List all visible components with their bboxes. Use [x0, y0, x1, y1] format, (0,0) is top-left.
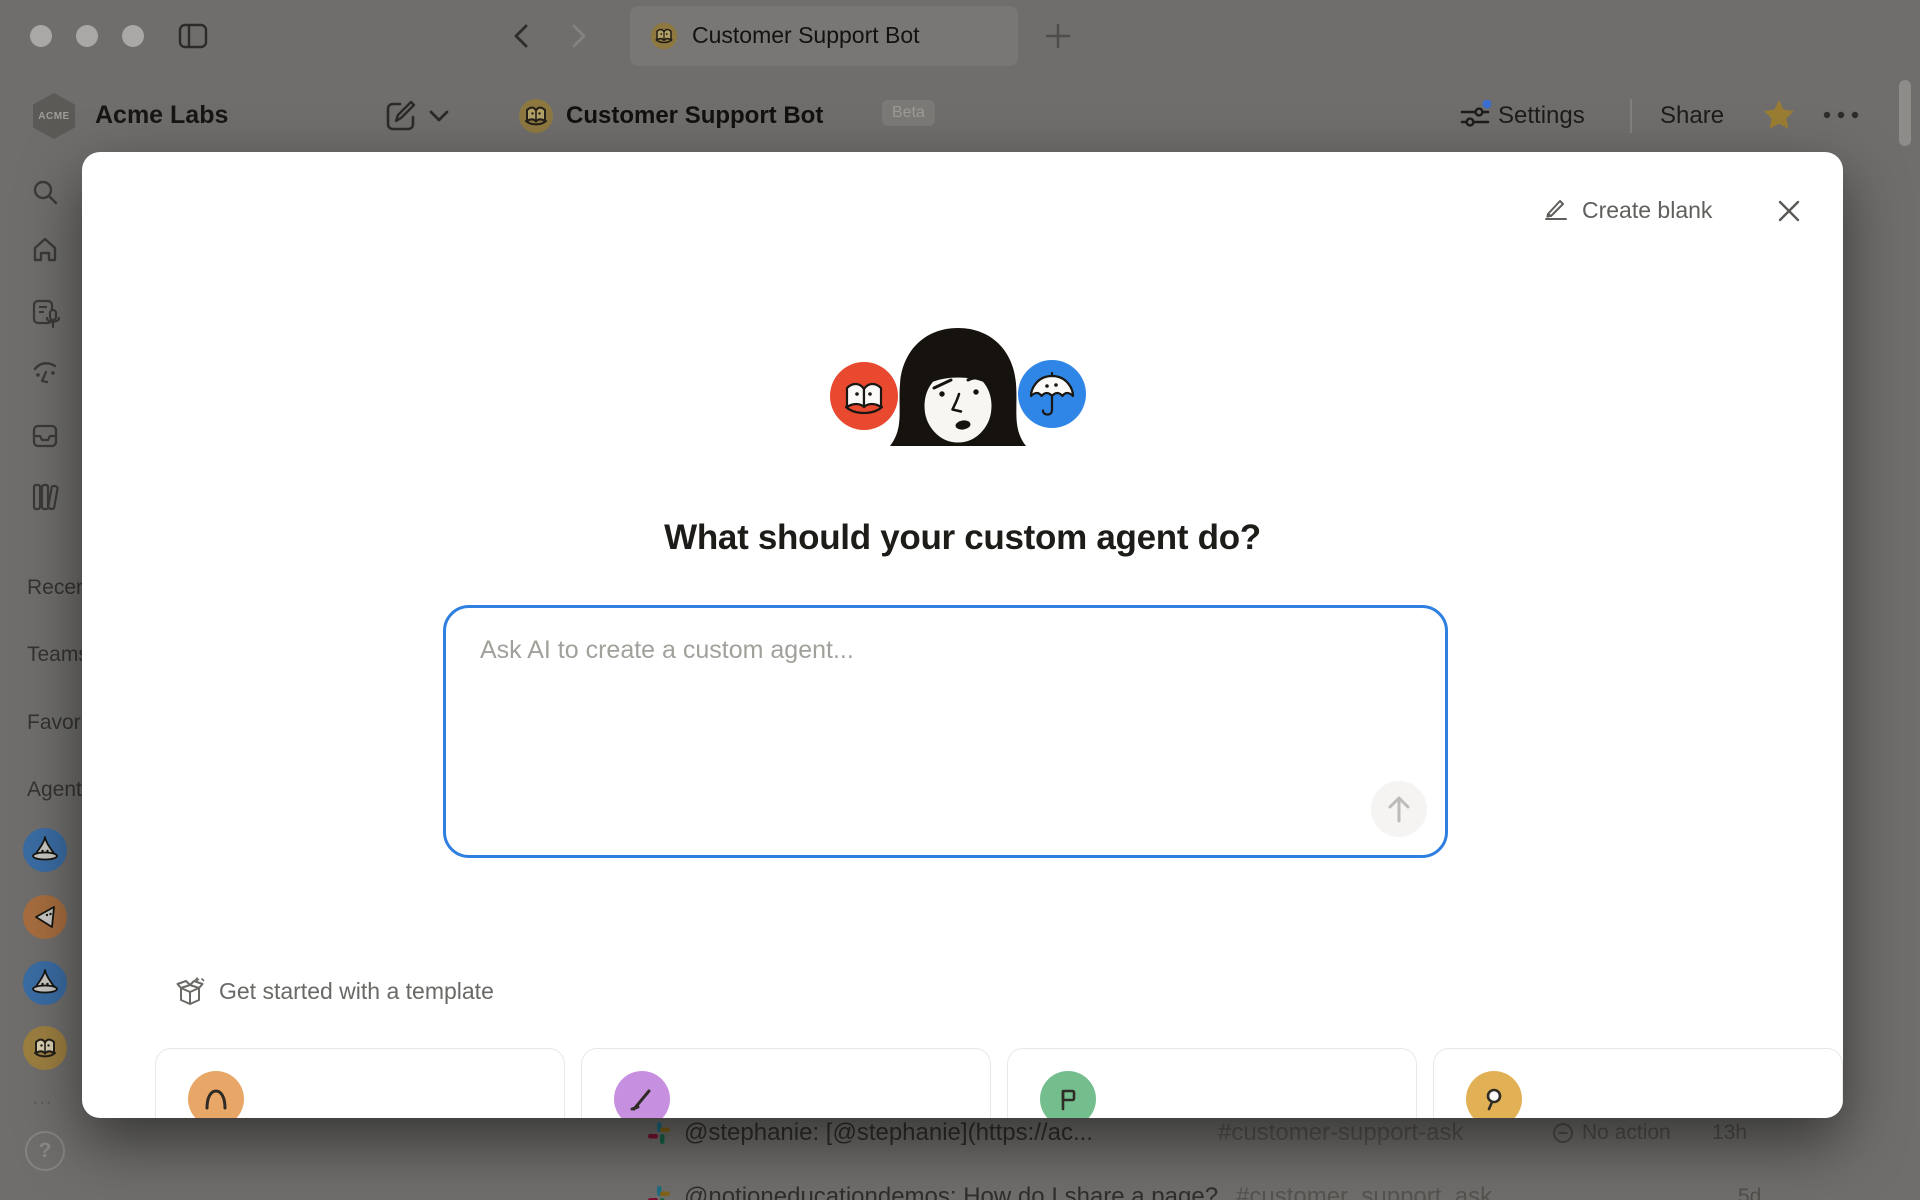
tab-customer-support-bot[interactable]: Customer Support Bot [630, 6, 1018, 66]
create-blank-label: Create blank [1582, 197, 1712, 224]
notion-ai-face-icon[interactable] [31, 360, 61, 390]
background-table-rows: @stephanie: [@stephanie](https://ac... #… [0, 1118, 1920, 1200]
create-agent-modal: Create blank [82, 152, 1843, 1118]
book-face-icon [650, 22, 678, 50]
slack-icon [646, 1120, 672, 1146]
zoom-window-button[interactable] [122, 25, 144, 47]
template-icon [188, 1071, 244, 1118]
wizard-hat-icon [28, 833, 62, 867]
agent-prompt-box [443, 605, 1448, 858]
traffic-lights [30, 25, 144, 47]
agent-avatar-wizard[interactable] [23, 828, 67, 872]
row-channel-tag[interactable]: #customer_support_ask [1236, 1183, 1492, 1200]
template-icon [1466, 1071, 1522, 1118]
slack-icon [646, 1184, 672, 1200]
template-card-3[interactable] [1007, 1048, 1417, 1118]
library-icon[interactable] [31, 482, 61, 512]
header-divider [1630, 99, 1632, 133]
tab-title: Customer Support Bot [692, 22, 920, 49]
template-icon [1040, 1071, 1096, 1118]
create-blank-button[interactable]: Create blank [1542, 196, 1712, 224]
wizard-hat-icon [28, 966, 62, 1000]
template-section-label: Get started with a template [219, 978, 494, 1005]
template-box-icon [175, 976, 205, 1006]
workspace-logo-text: ACME [38, 111, 69, 122]
row-timestamp: 13h [1712, 1121, 1747, 1145]
new-tab-icon[interactable] [1044, 22, 1072, 50]
close-window-button[interactable] [30, 25, 52, 47]
agent-avatar-wizard-2[interactable] [23, 961, 67, 1005]
more-options-icon[interactable] [1820, 108, 1862, 122]
agents-more-dots[interactable]: ⋯ [32, 1090, 54, 1115]
back-icon[interactable] [508, 22, 534, 50]
beta-badge: Beta [882, 100, 935, 126]
paper-plane-icon [28, 900, 62, 934]
template-card-1[interactable] [155, 1048, 565, 1118]
compose-icon[interactable] [384, 99, 418, 133]
app-window: Customer Support Bot ACME Acme Labs Cust… [0, 0, 1920, 1200]
meeting-notes-icon[interactable] [31, 298, 61, 328]
row-channel-tag[interactable]: #customer-support-ask [1218, 1119, 1463, 1147]
no-action-icon [1552, 1122, 1574, 1144]
forward-icon[interactable] [566, 22, 592, 50]
home-icon[interactable] [31, 236, 59, 264]
row-action-status: No action [1582, 1121, 1671, 1145]
agent-avatar-book[interactable] [23, 1026, 67, 1070]
arrow-up-icon [1386, 794, 1412, 824]
submit-prompt-button[interactable] [1371, 781, 1427, 837]
pencil-line-icon [1542, 196, 1570, 224]
inbox-icon[interactable] [31, 422, 59, 450]
agent-avatar-triangle[interactable] [23, 895, 67, 939]
template-card-2[interactable] [581, 1048, 991, 1118]
notification-dot [1483, 100, 1492, 109]
template-cards-row [155, 1048, 1843, 1118]
template-section-header: Get started with a template [175, 976, 494, 1006]
agent-illustration [828, 324, 1088, 464]
page-book-face-icon [518, 98, 554, 134]
close-icon[interactable] [1776, 198, 1802, 224]
share-button[interactable]: Share [1660, 102, 1724, 130]
search-icon[interactable] [31, 178, 59, 206]
minimize-window-button[interactable] [76, 25, 98, 47]
row-message[interactable]: @stephanie: [@stephanie](https://ac... [684, 1119, 1093, 1147]
page-title: Customer Support Bot [566, 102, 823, 130]
chevron-down-icon[interactable] [428, 108, 450, 124]
row-timestamp: 5d [1738, 1185, 1761, 1200]
template-icon [614, 1071, 670, 1118]
sidebar-toggle-icon[interactable] [178, 22, 208, 50]
scrollbar-thumb[interactable] [1899, 80, 1911, 146]
modal-heading: What should your custom agent do? [82, 518, 1843, 558]
workspace-logo: ACME [33, 93, 75, 139]
favorite-star-icon[interactable] [1760, 96, 1798, 134]
settings-button[interactable]: Settings [1498, 102, 1585, 130]
book-face-icon [27, 1030, 63, 1066]
template-card-4[interactable] [1433, 1048, 1843, 1118]
row-message[interactable]: @notioneducationdemos: How do I share a … [684, 1183, 1218, 1200]
workspace-name[interactable]: Acme Labs [95, 101, 228, 130]
settings-sliders-icon [1458, 100, 1492, 134]
agent-prompt-input[interactable] [446, 608, 1445, 855]
